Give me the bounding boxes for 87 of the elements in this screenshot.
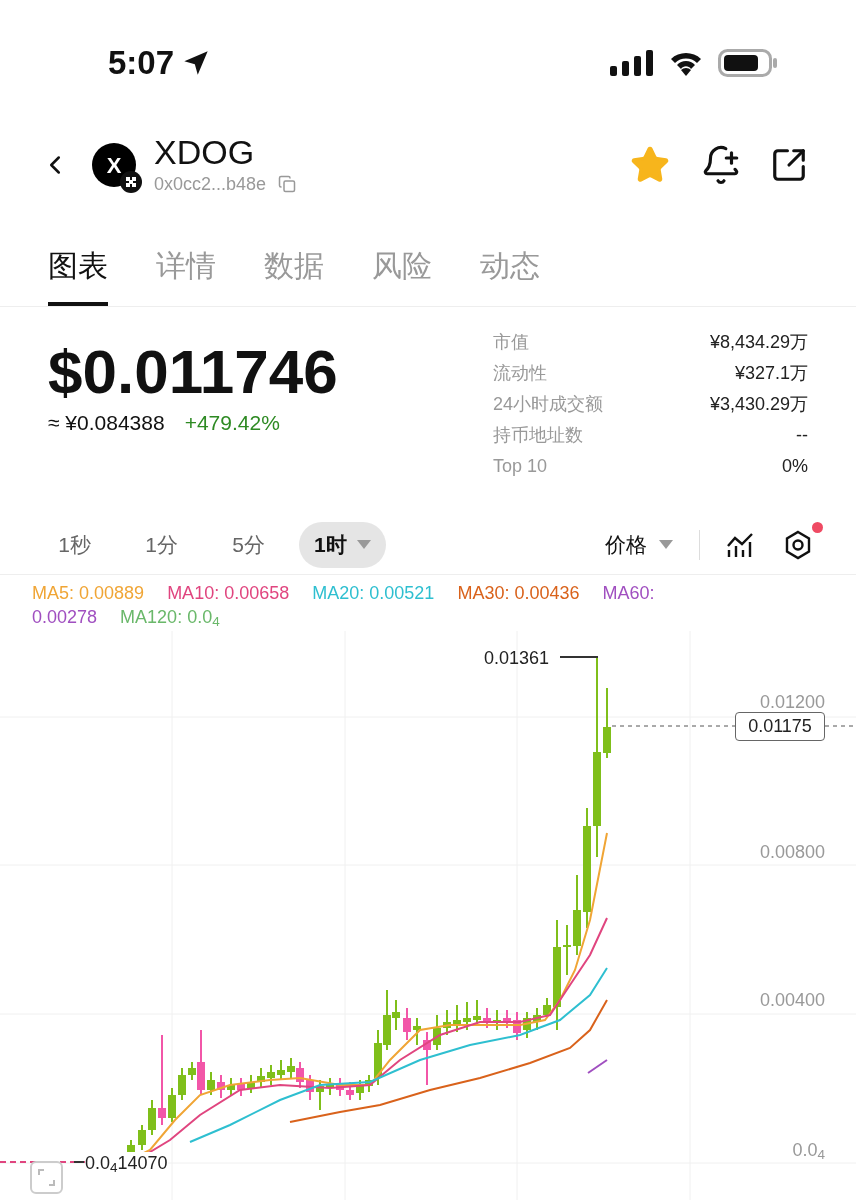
ma-legend-name: MA10: <box>167 583 220 603</box>
candlestick <box>237 1077 245 1097</box>
candlestick <box>257 1067 265 1089</box>
high-price-label: 0.01361 <box>484 647 550 670</box>
star-icon[interactable] <box>630 145 670 185</box>
candlestick <box>306 1074 314 1101</box>
candlestick <box>493 1009 501 1031</box>
candlestick <box>267 1064 275 1086</box>
candlestick <box>603 687 611 759</box>
stat-label: Top 10 <box>493 455 548 478</box>
stat-label: 24小时成交额 <box>493 393 604 416</box>
candlestick <box>326 1077 334 1096</box>
contract-address: 0x0cc2...b48e <box>154 172 267 196</box>
tab[interactable]: 图表 <box>48 229 108 306</box>
stat-value: -- <box>796 424 808 447</box>
stat-label: 市值 <box>493 331 529 354</box>
candlestick <box>523 1011 531 1039</box>
candlestick <box>403 1007 411 1041</box>
candlestick <box>138 1124 146 1151</box>
status-time: 5:07 <box>108 43 175 84</box>
signal-icon <box>610 50 654 76</box>
candlestick <box>503 1009 511 1029</box>
location-arrow-icon <box>182 49 211 77</box>
ma-legend-name: MA5: <box>32 583 74 603</box>
caret-icon <box>356 540 371 549</box>
candlestick <box>227 1077 235 1096</box>
indicator-icon[interactable] <box>726 531 754 558</box>
interval-tab[interactable]: 1时 <box>299 521 386 568</box>
ma-legend-value: 0.0$_{4}$ <box>187 607 220 627</box>
price-value: $0.011746 <box>48 337 338 407</box>
candlestick <box>413 1017 421 1046</box>
candlestick <box>316 1079 324 1111</box>
ma-legend-name: MA60: <box>602 583 655 603</box>
last-price-tag: 0.01175 <box>735 712 825 741</box>
stat-value: ¥8,434.29万 <box>709 331 808 354</box>
ma-legend-name: MA120: <box>120 607 183 627</box>
y-axis-label: 0.00400 <box>759 989 825 1012</box>
ma-legend-name: MA20: <box>312 583 365 603</box>
interval-tab[interactable]: 1分 <box>125 521 198 568</box>
chain-badge-icon <box>120 171 142 193</box>
token-name: XDOG <box>154 132 256 171</box>
candlestick <box>463 1001 471 1031</box>
converted-price: ≈ ¥0.084388 <box>48 410 165 436</box>
settings-icon[interactable] <box>784 529 812 560</box>
ma-legend-value: 0.00658 <box>224 583 290 603</box>
candlestick <box>483 1007 491 1029</box>
candlestick <box>453 1004 461 1033</box>
leader-line <box>73 1161 85 1163</box>
candlestick <box>217 1074 225 1099</box>
candlestick <box>178 1067 186 1101</box>
candlestick <box>336 1077 344 1097</box>
share-icon[interactable] <box>770 146 808 184</box>
candlestick <box>443 1009 451 1036</box>
price-change: +479.42% <box>184 410 280 436</box>
ma-legend-value: 0.00436 <box>514 583 580 603</box>
copy-icon[interactable] <box>278 175 297 193</box>
candlestick <box>533 1007 541 1031</box>
stat-label: 流动性 <box>493 362 547 385</box>
candlestick <box>277 1059 285 1081</box>
interval-tab[interactable]: 5分 <box>212 521 285 568</box>
candlestick <box>563 924 571 976</box>
ma-legend-value: 0.00278 <box>32 607 98 627</box>
stat-value: 0% <box>782 455 808 478</box>
candlestick <box>247 1074 255 1094</box>
interval-tab[interactable]: 1秒 <box>38 521 111 568</box>
corners-icon <box>38 1169 55 1186</box>
y-axis-label: 0.01200 <box>759 691 825 714</box>
battery-icon <box>718 49 778 77</box>
y-axis-label: 0.0$_{4}$ <box>792 1139 825 1164</box>
candlestick <box>207 1071 215 1096</box>
candlestick <box>513 1011 521 1041</box>
stat-value: ¥3,430.29万 <box>709 393 808 416</box>
price-line <box>824 725 856 727</box>
candlestick <box>168 1087 176 1123</box>
candlestick <box>148 1099 156 1136</box>
stat-value: ¥327.1万 <box>734 362 808 385</box>
stat-label: 持币地址数 <box>493 424 583 447</box>
leader-line <box>559 656 599 658</box>
low-price-label: 0.0$_{4}$14070 <box>85 1152 168 1174</box>
ma-legend-value: 0.00889 <box>79 583 145 603</box>
candlestick <box>433 1014 441 1051</box>
price-mode-dropdown[interactable]: 价格 <box>605 528 673 561</box>
ma-legend-value: 0.00521 <box>369 583 435 603</box>
ma-legend-name: MA30: <box>457 583 510 603</box>
caret-icon <box>659 540 673 549</box>
candlestick <box>423 1031 431 1086</box>
y-axis-label: 0.00800 <box>759 841 825 864</box>
